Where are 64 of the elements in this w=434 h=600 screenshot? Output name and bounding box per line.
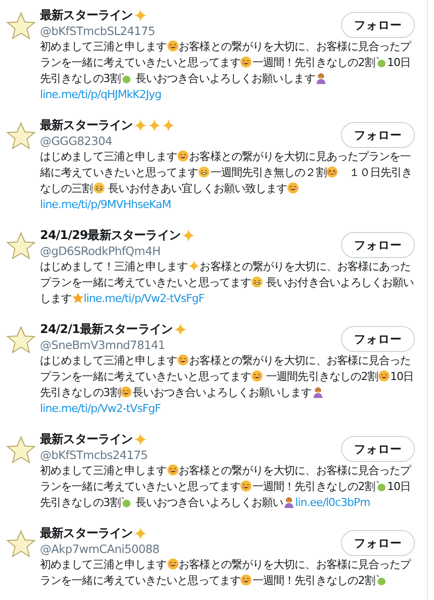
profile-bio: はじめまして！三浦と申します お客様との繋がりを大切に、お客様にあったプランを一緒に考えていきたいと思ってます 長いお付き合いよろしくお願いします line.me/ti/p/Vw2-tVsFgF	[40, 259, 415, 307]
star-avatar[interactable]	[6, 325, 36, 355]
sparkle-icon	[134, 9, 147, 22]
person-icon	[312, 386, 324, 398]
follow-button[interactable]: フォロー	[341, 530, 415, 556]
profile-bio: 初めまして三浦と申します お客様との繋がりを大切に、お客様に見合ったプランを一緒に考えていきたいと思ってます 一週間！先引きなしの2割	[40, 557, 412, 589]
follow-button[interactable]: フォロー	[341, 12, 415, 38]
star-avatar[interactable]	[6, 11, 36, 41]
smiling-face-icon	[120, 386, 132, 398]
smiling-face-icon	[166, 464, 179, 476]
account-name[interactable]: 24/1/29最新スターライン	[40, 227, 181, 244]
pear-icon	[375, 480, 388, 492]
sparkle-icon	[148, 119, 161, 132]
follow-button[interactable]: フォロー	[341, 436, 415, 462]
smiling-face-icon	[240, 56, 252, 68]
sparkle-icon	[174, 323, 187, 336]
account-name[interactable]: 最新スターライン	[40, 525, 133, 542]
smiling-face-icon	[251, 370, 264, 382]
star-avatar[interactable]	[6, 435, 36, 465]
profile-bio: 初めまして三浦と申します お客様との繋がりを大切に、お客様に見合ったプランを一緒に考えていきたいと思ってます 一週間！先引きなしの2割 10日先引きなしの3割 長いおつき合いよろしくお願い lin.ee/l0c3bPm	[40, 463, 412, 511]
profile-bio: はじめまして三浦と申します お客様との繋がりを大切に、お客様に見合ったプランを一緒に考えていきたいと思ってます 一週間先引きなしの2割 10日先引きなしの3割 長いおつき合いよろしくお願いします line.me/ti/p/Vw2-tVsFgF	[40, 353, 415, 417]
smiling-face-icon	[166, 558, 179, 570]
sparkle-icon	[134, 527, 147, 540]
star-avatar[interactable]	[6, 231, 36, 261]
profile-bio: はじめまして三浦と申します お客様との繋がりを大切に見あったプランを一緒に考えていきたいと思ってます 一週間先引き無しの２割 １０日先引きなしの三割 長いお付きあい宜しくお願い致します line.me/ti/p/9MVHhseKaM	[40, 149, 414, 213]
follow-button[interactable]: フォロー	[341, 326, 415, 352]
account-handle: @Akp7wmCAni50088	[40, 542, 160, 557]
smiling-face-icon	[287, 182, 300, 194]
account-name[interactable]: 最新スターライン	[40, 431, 133, 448]
sparkle-icon	[134, 119, 147, 132]
account-handle: @bKfSTmcbSL24175	[40, 24, 156, 39]
person-icon	[283, 496, 296, 508]
star-avatar[interactable]	[6, 529, 36, 559]
grinning-face-icon	[92, 182, 105, 194]
account-handle: @GGG82304	[40, 134, 114, 149]
account-handle: @gD6SRodkPhfQm4H	[40, 244, 162, 259]
grinning-face-icon	[198, 166, 210, 178]
sparkle-icon	[182, 229, 195, 242]
profile-bio: 初めまして三浦と申します お客様との繋がりを大切に、お客様に見合ったプランを一緒に考えていきたいと思ってます 一週間！先引きなしの2割 10日先引きなしの3割 長いおつき合いよろしくお願いします line.me/ti/p/qHJMkK2Jyg	[40, 39, 412, 103]
account-name[interactable]: 最新スターライン	[40, 117, 133, 134]
blushing-face-icon	[326, 166, 338, 178]
follow-button[interactable]: フォロー	[341, 122, 415, 148]
smiling-face-icon	[378, 370, 390, 382]
sparkle-icon	[162, 119, 175, 132]
smiling-face-icon	[177, 150, 190, 162]
pear-icon	[375, 56, 388, 68]
account-name[interactable]: 24/2/1最新スターライン	[40, 321, 173, 338]
account-handle: @bKfSTmcbs24175	[40, 448, 148, 463]
pear-icon	[375, 574, 388, 586]
smiling-face-icon	[177, 354, 190, 366]
smiling-face-icon	[240, 574, 252, 586]
star-avatar[interactable]	[6, 121, 36, 151]
smiling-face-icon	[240, 480, 252, 492]
pear-icon	[120, 72, 132, 84]
star-icon	[72, 292, 84, 304]
sparkle-icon	[134, 433, 147, 446]
follow-button[interactable]: フォロー	[341, 232, 415, 258]
smiling-face-icon	[166, 40, 179, 52]
account-name[interactable]: 最新スターライン	[40, 7, 133, 24]
person-icon	[314, 72, 327, 84]
pear-icon	[120, 496, 132, 508]
grinning-face-icon	[251, 276, 264, 288]
account-handle: @SneBmV3mnd78141	[40, 338, 166, 353]
sparkle-icon	[188, 260, 200, 272]
